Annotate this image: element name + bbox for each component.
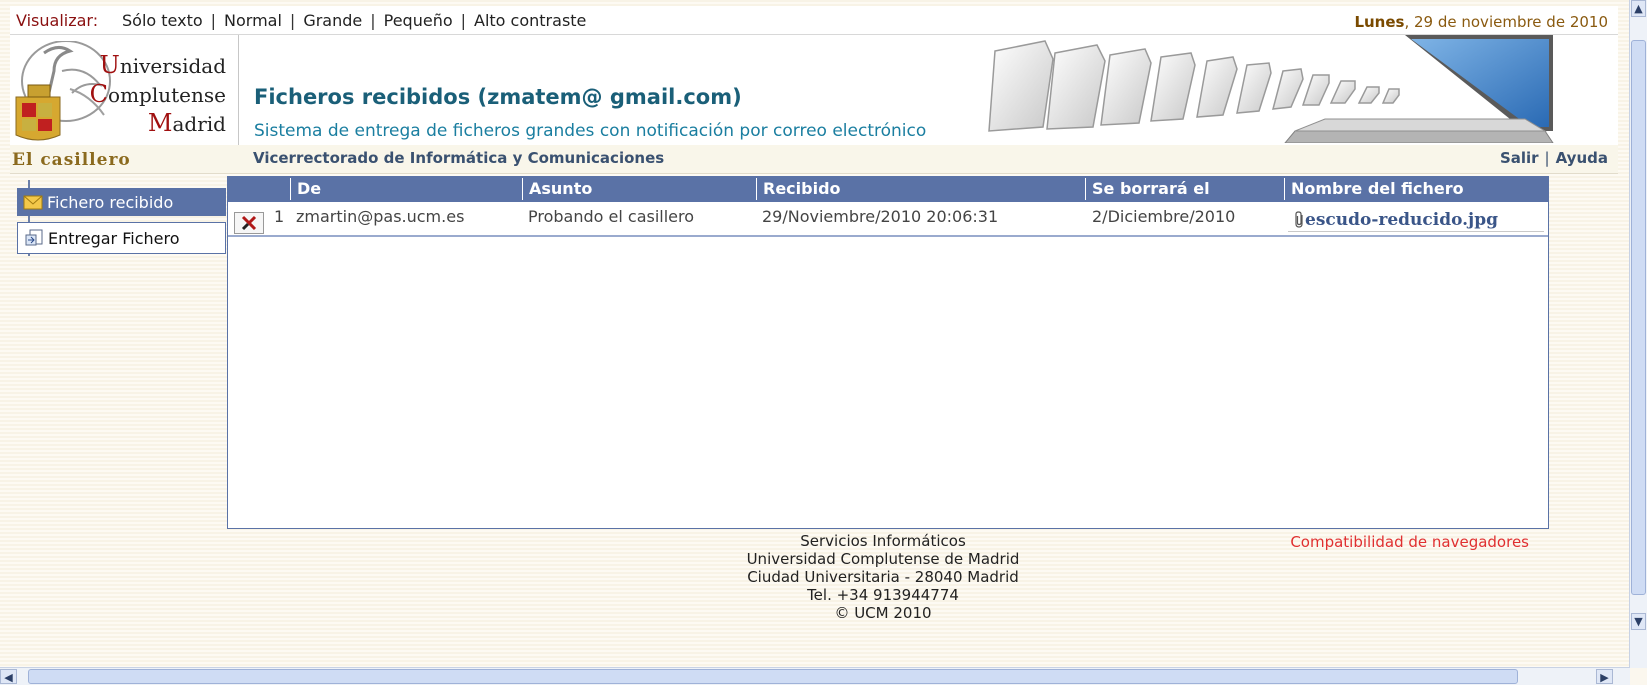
flying-files-illustration-icon [988,35,1554,143]
row-subject: Probando el casillero [528,207,695,226]
horizontal-scroll-thumb[interactable] [28,669,1518,684]
column-from[interactable]: De [290,178,521,200]
column-delete-date[interactable]: Se borrará el [1085,178,1284,200]
nav-label: Fichero recibido [47,192,174,212]
nav-item-received-file[interactable]: Fichero recibido [17,188,226,216]
nav-item-send-file[interactable]: Entregar Fichero [17,222,226,254]
file-download-link[interactable]: escudo-reducido.jpg [1305,210,1498,230]
column-subject[interactable]: Asunto [522,178,755,200]
option-large[interactable]: Grande [303,11,362,30]
row-from: zmartin@pas.ucm.es [296,207,465,226]
university-logo[interactable]: Universidad Complutense Madrid [10,35,239,153]
user-links: Salir | Ayuda [1499,149,1608,167]
footer-line: Universidad Complutense de Madrid [746,550,1020,568]
scroll-down-icon[interactable]: ▼ [1631,613,1646,630]
page-header: Universidad Complutense Madrid Ficheros … [10,35,1618,153]
app-name: El casillero [12,150,131,170]
table-row: 1 zmartin@pas.ucm.es Probando el casille… [228,203,1548,237]
footer-line: Tel. +34 913944774 [807,586,959,604]
department-link[interactable]: Vicerrectorado de Informática y Comunica… [253,149,664,167]
display-options: Sólo texto | Normal | Grande | Pequeño | Alto co… [122,11,587,30]
column-file-name[interactable]: Nombre del fichero [1284,178,1547,200]
horizontal-scrollbar[interactable]: ◀ ▶ [0,667,1630,685]
vertical-scroll-thumb[interactable] [1631,40,1646,595]
current-date: Lunes, 29 de noviembre de 2010 [1354,13,1608,31]
row-received: 29/Noviembre/2010 20:06:31 [762,207,999,226]
university-name: Universidad Complutense Madrid [89,51,226,137]
page-subtitle: Sistema de entrega de ficheros grandes c… [254,121,927,141]
option-normal[interactable]: Normal [224,11,282,30]
option-small[interactable]: Pequeño [384,11,453,30]
table-header: De Asunto Recibido Se borrará el Nombre … [228,176,1548,202]
option-high-contrast[interactable]: Alto contraste [474,11,586,30]
scroll-left-icon[interactable]: ◀ [0,669,17,684]
row-index: 1 [274,207,285,226]
row-delete-date: 2/Diciembre/2010 [1092,207,1236,226]
column-received[interactable]: Recibido [756,178,1085,200]
page-title: Ficheros recibidos (zmatem@ gmail.com) [254,85,742,109]
send-file-icon [24,229,44,247]
footer-line: Ciudad Universitaria - 28040 Madrid [747,568,1019,586]
logout-link[interactable]: Salir [1500,149,1539,167]
display-label: Visualizar: [16,11,99,30]
nav-label: Entregar Fichero [48,228,180,248]
delete-button[interactable] [234,212,264,234]
file-cell: escudo-reducido.jpg [1288,205,1544,232]
help-link[interactable]: Ayuda [1556,149,1608,167]
vertical-scrollbar[interactable]: ▲ ▼ [1629,0,1647,668]
scroll-up-icon[interactable]: ▲ [1631,0,1646,17]
option-text-only[interactable]: Sólo texto [122,11,203,30]
delete-x-icon [241,215,257,231]
received-files-panel: De Asunto Recibido Se borrará el Nombre … [227,176,1549,529]
scroll-right-icon[interactable]: ▶ [1596,669,1613,684]
mail-icon [23,193,43,211]
footer-line: © UCM 2010 [834,604,932,622]
browser-compatibility-link[interactable]: Compatibilidad de navegadores [1290,533,1529,551]
section-bar: El casillero Vicerrectorado de Informáti… [10,145,1618,174]
